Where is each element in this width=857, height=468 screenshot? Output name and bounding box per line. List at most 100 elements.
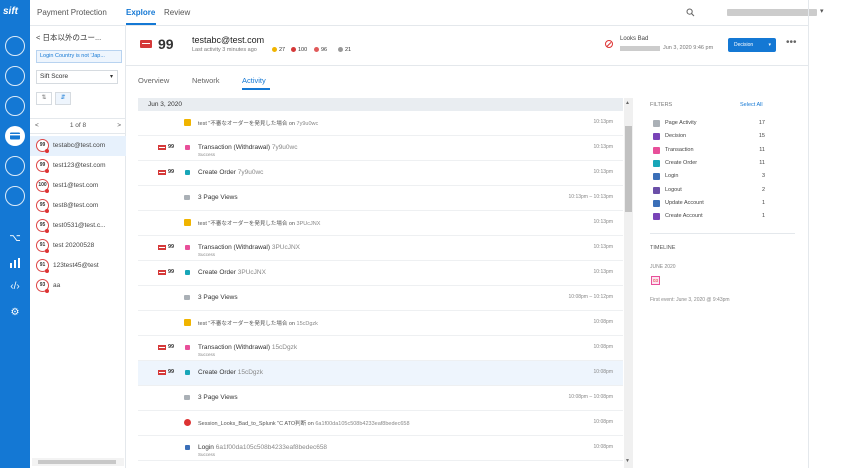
checkbox-icon[interactable]: [653, 133, 660, 141]
tab-network[interactable]: Network: [192, 76, 220, 85]
list-item-label: test 20200528: [53, 242, 95, 249]
sort-select[interactable]: Sift Score ▾: [36, 70, 118, 84]
nav-payment-protection[interactable]: Payment Protection: [37, 8, 107, 17]
list-item[interactable]: 95 test8@test.com: [30, 196, 126, 216]
table-row[interactable]: 99 Transaction (Withdrawal) 7y9u0wc Succes…: [138, 136, 623, 161]
order-icon: [185, 270, 190, 275]
filter-item[interactable]: Update Account 1: [653, 198, 765, 210]
table-row[interactable]: Session_Looks_Bad_to_Splunk "C ATO判断 on …: [138, 411, 623, 436]
document-icon[interactable]: [5, 96, 25, 116]
filter-item[interactable]: Login 3: [653, 171, 765, 183]
filter-chip[interactable]: Login Country is not 'Jap...: [36, 50, 122, 63]
count-dot-icon: [272, 47, 277, 52]
globe-icon[interactable]: [5, 156, 25, 176]
row-ref[interactable]: 7y9u0wc: [272, 144, 298, 151]
table-row[interactable]: 99 Create Order 15cDgzk 10:08pm: [138, 361, 623, 386]
checkbox-icon[interactable]: [653, 213, 660, 221]
table-row[interactable]: test "不審なオーダーを発見した場合 on 3PUcJNX 10:13pm: [138, 211, 623, 236]
filter-item[interactable]: Transaction 11: [653, 145, 765, 157]
left-rail: sift ⌥ ‹/› ⚙: [0, 0, 30, 468]
gear-icon[interactable]: ⚙: [8, 306, 22, 320]
list-item[interactable]: 99 testabc@test.com: [30, 136, 126, 156]
view-sort-button[interactable]: ⇵: [55, 92, 71, 105]
checkbox-icon[interactable]: [653, 173, 660, 181]
horizontal-scrollbar[interactable]: [32, 458, 124, 466]
table-row[interactable]: test "不審なオーダーを発見した場合 on 15cDgzk 10:08pm: [138, 311, 623, 336]
table-row[interactable]: 99 Create Order 7y9u0wc 10:13pm: [138, 161, 623, 186]
decision-date: Jun 3, 2020 9:46 pm: [663, 45, 714, 51]
more-icon[interactable]: •••: [786, 37, 797, 48]
row-ref[interactable]: 3PUcJNX: [238, 269, 266, 276]
table-row[interactable]: test "不審なオーダーを発見した場合 on 7y9u0wc 10:13pm: [138, 111, 623, 136]
row-ref[interactable]: 7y9u0wc: [297, 121, 319, 127]
nav-review[interactable]: Review: [164, 8, 190, 17]
table-row[interactable]: Login 6a1f00da105c508b4233eaf8bedec658 Su…: [138, 436, 623, 461]
list-item[interactable]: 100 test1@test.com: [30, 176, 126, 196]
row-ref[interactable]: 6a1f00da105c508b4233eaf8bedec658: [216, 444, 327, 451]
row-ref[interactable]: 7y9u0wc: [238, 169, 264, 176]
checkbox-icon[interactable]: [653, 199, 660, 207]
table-row[interactable]: 99 Create Order 3PUcJNX 10:13pm: [138, 261, 623, 286]
row-time: 10:13pm – 10:13pm: [568, 194, 613, 200]
row-ref[interactable]: 3PUcJNX: [297, 221, 321, 227]
filter-item[interactable]: Create Order 11: [653, 158, 765, 170]
card-icon[interactable]: [5, 126, 25, 146]
filter-item[interactable]: Create Account 1: [653, 211, 765, 223]
bar-chart-icon[interactable]: [8, 256, 22, 270]
pager-next-button[interactable]: >: [117, 119, 121, 133]
table-row[interactable]: 99 Transaction (Withdrawal) 15cDgzk Succes…: [138, 336, 623, 361]
table-row[interactable]: 3 Page Views 10:08pm – 10:12pm: [138, 286, 623, 311]
filter-count: 3: [761, 173, 765, 180]
account-menu[interactable]: [727, 9, 817, 16]
scrollbar-thumb[interactable]: [625, 126, 632, 212]
row-ref[interactable]: 6a1f00da105c508b4233eaf8bedec658: [315, 421, 409, 427]
list-item[interactable]: 91 test 20200528: [30, 236, 126, 256]
list-item[interactable]: 95 test0531@test.c...: [30, 216, 126, 236]
checkbox-icon[interactable]: [653, 186, 660, 194]
table-row[interactable]: 3 Page Views 10:13pm – 10:13pm: [138, 186, 623, 211]
list-item[interactable]: 99 test123@test.com: [30, 156, 126, 176]
count-badge: 21: [338, 47, 351, 53]
transaction-icon: [185, 145, 190, 150]
row-ref[interactable]: 15cDgzk: [238, 369, 263, 376]
list-title[interactable]: < 日本以外のユー...: [36, 32, 122, 43]
decision-button[interactable]: Decision ▾: [728, 38, 776, 52]
warning-icon: [184, 119, 191, 126]
filter-item[interactable]: Page Activity 17: [653, 118, 765, 130]
checkbox-icon[interactable]: [653, 146, 660, 154]
user-icon[interactable]: [5, 36, 25, 56]
nav-explore[interactable]: Explore: [126, 8, 155, 17]
list-item[interactable]: 93 aa: [30, 276, 126, 296]
list-item-label: test123@test.com: [53, 162, 106, 169]
filter-item[interactable]: Logout 2: [653, 185, 765, 197]
page-view-icon: [184, 195, 190, 200]
bulb-icon[interactable]: [5, 66, 25, 86]
checkbox-icon[interactable]: [653, 120, 660, 127]
row-score: 99: [168, 169, 175, 175]
row-ref[interactable]: 15cDgzk: [297, 321, 318, 327]
vertical-scrollbar[interactable]: ▲ ▼: [624, 98, 633, 468]
select-all-link[interactable]: Select All: [740, 102, 763, 108]
timeline-day-marker[interactable]: 03: [651, 276, 660, 285]
filter-count: 1: [761, 199, 765, 206]
scroll-up-icon[interactable]: ▲: [625, 100, 630, 106]
row-ref[interactable]: 15cDgzk: [272, 344, 297, 351]
filter-item[interactable]: Decision 15: [653, 131, 765, 143]
search-icon[interactable]: [686, 8, 695, 17]
tab-activity[interactable]: Activity: [242, 76, 266, 85]
pager-prev-button[interactable]: <: [35, 119, 39, 133]
scroll-down-icon[interactable]: ▼: [625, 458, 630, 464]
table-row[interactable]: 99 Transaction (Withdrawal) 3PUcJNX Succes…: [138, 236, 623, 261]
view-list-button[interactable]: ⇅: [36, 92, 52, 105]
tab-overview[interactable]: Overview: [138, 76, 169, 85]
table-row[interactable]: 3 Page Views 10:08pm – 10:08pm: [138, 386, 623, 411]
chevron-down-icon[interactable]: ▾: [820, 7, 824, 15]
list-item[interactable]: 91 123test45@test: [30, 256, 126, 276]
checkbox-icon[interactable]: [653, 159, 660, 167]
chat-icon[interactable]: [5, 186, 25, 206]
workflow-icon[interactable]: ⌥: [8, 232, 22, 246]
row-ref[interactable]: 3PUcJNX: [272, 244, 300, 251]
risk-badge-icon: [158, 270, 166, 275]
decision-user: [620, 46, 660, 51]
code-icon[interactable]: ‹/›: [8, 280, 22, 294]
